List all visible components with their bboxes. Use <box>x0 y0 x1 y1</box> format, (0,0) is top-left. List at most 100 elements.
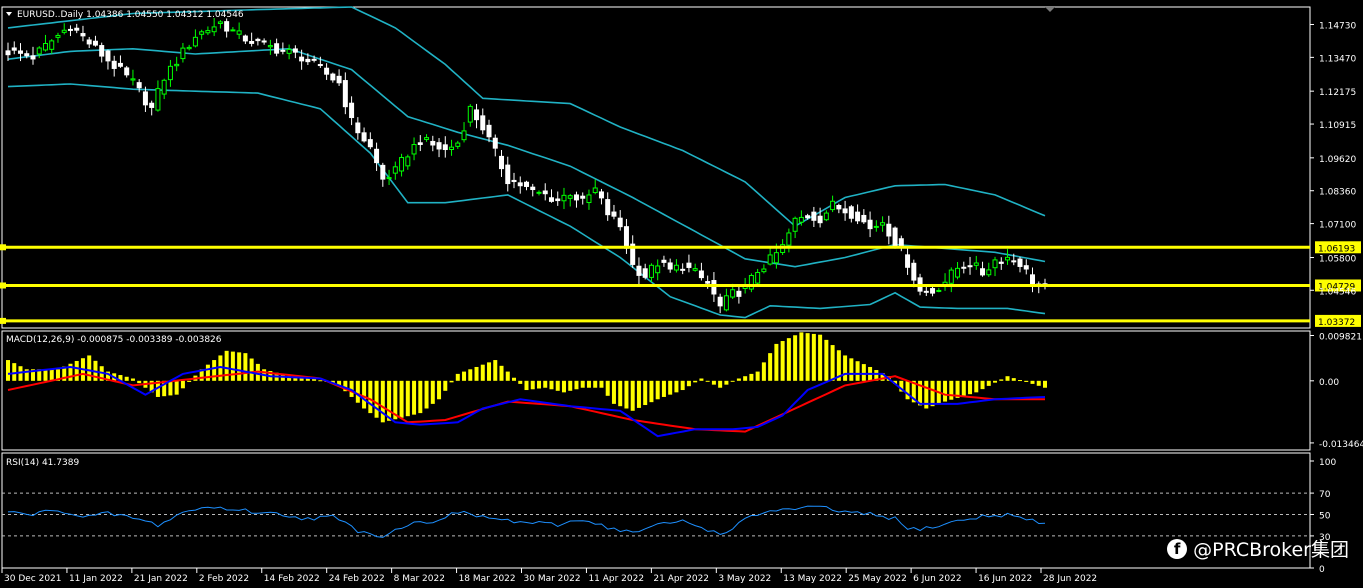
candle-body <box>11 47 17 51</box>
macd-histogram-bar <box>968 380 973 395</box>
macd-histogram-bar <box>43 369 48 381</box>
date-tick-label: 21 Jan 2022 <box>134 574 188 584</box>
macd-histogram-bar <box>768 353 773 381</box>
macd-histogram-bar <box>380 380 385 423</box>
macd-histogram-bar <box>824 339 829 381</box>
macd-histogram-bar <box>786 338 791 381</box>
candle-body <box>36 47 42 55</box>
macd-histogram-bar <box>680 380 685 391</box>
candle-body <box>455 142 461 147</box>
candle-body <box>848 206 854 219</box>
candle-body <box>517 182 523 187</box>
macd-histogram-bar <box>474 366 479 381</box>
macd-histogram-bar <box>437 380 442 400</box>
candle-body <box>655 265 661 274</box>
candle-body <box>342 80 348 108</box>
rsi-panel[interactable]: RSI(14) 41.7389 <box>1 452 1311 569</box>
date-tick-label: 30 Mar 2022 <box>524 574 581 584</box>
candle-body <box>1030 274 1036 285</box>
candle-body <box>805 215 811 219</box>
candle-body <box>192 36 198 47</box>
candle-body <box>380 164 386 180</box>
macd-histogram-bar <box>818 334 823 381</box>
trading-chart[interactable]: 1.061931.047291.03372EURUSD..Daily 1.043… <box>0 0 1363 588</box>
macd-histogram-bar <box>705 380 710 382</box>
candle-body <box>548 197 554 202</box>
price-tick-label: 1.12175 <box>1319 88 1356 98</box>
candle-body <box>186 46 192 50</box>
macd-panel[interactable]: MACD(12,26,9) -0.000875 -0.003389 -0.003… <box>1 330 1311 451</box>
candle-body <box>1005 256 1011 261</box>
macd-histogram-bar <box>505 371 510 381</box>
price-tick-label: 1.07100 <box>1319 221 1356 231</box>
macd-histogram-bar <box>980 380 985 390</box>
rsi-title: RSI(14) 41.7389 <box>6 458 79 468</box>
candle-body <box>555 198 561 202</box>
candle-body <box>786 232 792 246</box>
price-panel[interactable]: 1.061931.047291.03372EURUSD..Daily 1.043… <box>0 6 1361 329</box>
macd-histogram-bar <box>130 378 135 381</box>
level-anchor-icon <box>0 317 6 324</box>
macd-histogram-bar <box>418 380 423 414</box>
candle-body <box>705 281 711 284</box>
candle-body <box>667 262 673 270</box>
candle-body <box>536 191 542 194</box>
macd-histogram-bar <box>730 380 735 382</box>
macd-histogram-bar <box>12 363 17 381</box>
candle-body <box>161 79 167 95</box>
macd-histogram-bar <box>830 345 835 381</box>
candle-body <box>592 187 598 194</box>
macd-histogram-bar <box>661 380 666 397</box>
macd-histogram-bar <box>586 380 591 388</box>
candle-body <box>542 190 548 195</box>
candle-body <box>773 252 779 264</box>
macd-histogram-bar <box>761 362 766 381</box>
date-tick-label: 16 Jun 2022 <box>978 574 1032 584</box>
candle-body <box>486 124 492 138</box>
candle-body <box>961 266 967 269</box>
candle-body <box>86 39 92 45</box>
macd-histogram-bar <box>187 380 192 382</box>
candle-body <box>905 254 911 268</box>
macd-histogram-bar <box>905 380 910 400</box>
candle-body <box>817 215 823 224</box>
macd-histogram-bar <box>499 365 504 381</box>
macd-histogram-bar <box>636 380 641 408</box>
candle-body <box>936 289 942 292</box>
candle-body <box>92 40 98 46</box>
macd-histogram-bar <box>943 380 948 402</box>
macd-histogram-bar <box>1030 380 1035 384</box>
macd-histogram-bar <box>493 360 498 381</box>
macd-histogram-bar <box>805 333 810 381</box>
candle-body <box>723 295 729 311</box>
macd-histogram-bar <box>1018 380 1023 382</box>
macd-histogram-bar <box>749 373 754 381</box>
macd-histogram-bar <box>412 380 417 415</box>
candle-body <box>367 139 373 148</box>
candle-body <box>286 48 292 54</box>
candle-body <box>867 219 873 230</box>
candle-body <box>923 290 929 293</box>
macd-histogram-bar <box>605 380 610 396</box>
candle-body <box>598 191 604 199</box>
macd-histogram-bar <box>861 364 866 381</box>
candle-body <box>823 212 829 221</box>
candle-body <box>142 91 148 106</box>
macd-histogram-bar <box>655 380 660 400</box>
macd-histogram-bar <box>1043 380 1047 388</box>
candle-body <box>436 142 442 150</box>
candle-body <box>573 194 579 201</box>
macd-histogram-bar <box>518 380 523 384</box>
level-anchor-icon <box>0 244 6 251</box>
date-tick-label: 2 Feb 2022 <box>199 574 249 584</box>
price-tick-label: 1.05800 <box>1319 255 1356 265</box>
candle-body <box>511 179 517 183</box>
level-price-text: 1.03372 <box>1318 318 1355 328</box>
macd-histogram-bar <box>318 380 323 382</box>
candle-body <box>424 137 430 140</box>
macd-histogram-bar <box>649 380 654 403</box>
candle-body <box>30 55 36 60</box>
macd-tick-label: 0.009821 <box>1319 333 1362 343</box>
macd-histogram-bar <box>549 380 554 390</box>
price-tick-label: 1.13470 <box>1319 54 1356 64</box>
